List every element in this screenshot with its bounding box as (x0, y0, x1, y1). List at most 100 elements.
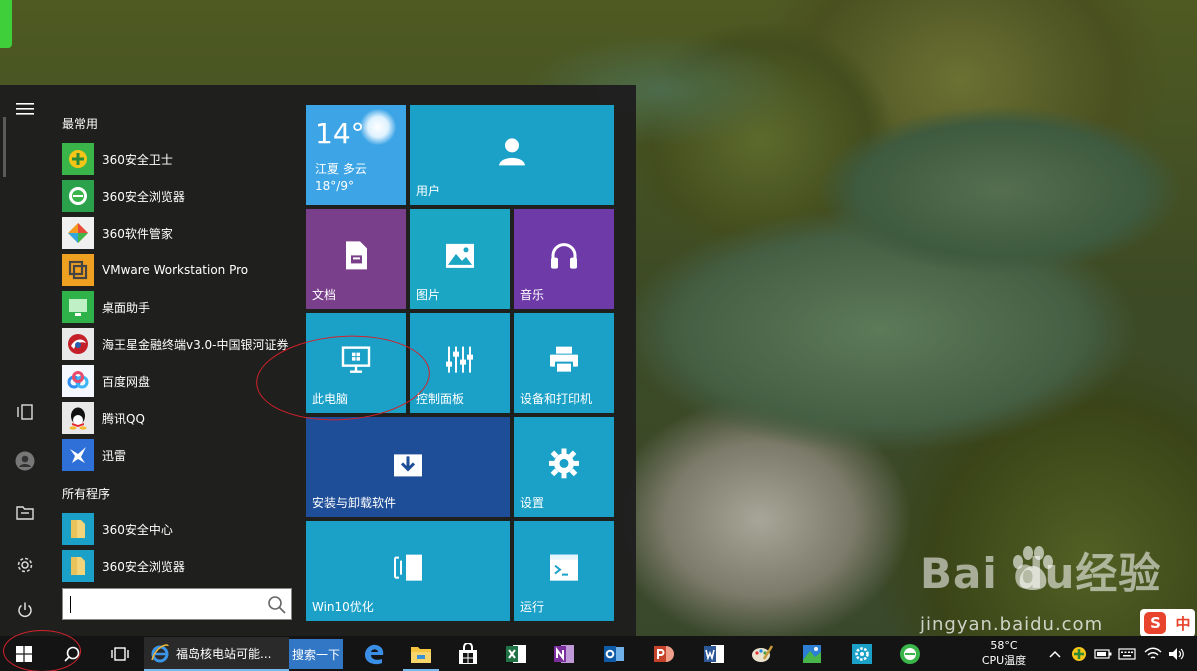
word-icon (704, 644, 724, 663)
app-label: 百度网盘 (102, 374, 151, 389)
app-item-neptune-finance[interactable]: 海王星金融终端v3.0-中国银河证券 (62, 327, 294, 361)
settings-gear-icon (17, 557, 33, 573)
tile-label: 控制面板 (416, 392, 465, 406)
power-icon (18, 602, 32, 618)
taskbar-settings-app[interactable] (840, 636, 884, 671)
taskbar-onenote[interactable] (542, 636, 586, 671)
app-item-360-browser[interactable]: 360安全浏览器 (62, 179, 294, 213)
app-item-360-safeguard[interactable]: 360安全卫士 (62, 142, 294, 176)
tray-volume[interactable] (1166, 636, 1188, 671)
weather-tile[interactable]: 14° 江夏 多云 18°/9° (306, 105, 406, 205)
taskbar-outlook[interactable] (592, 636, 636, 671)
app-label: 360安全中心 (102, 522, 173, 537)
tray-battery[interactable] (1092, 636, 1114, 671)
taskbar-file-explorer[interactable] (399, 636, 443, 671)
tray-360-safeguard[interactable] (1068, 636, 1090, 671)
tile-install-uninstall[interactable]: 安装与卸载软件 (306, 417, 510, 517)
app-list: 最常用 360安全卫士 360安全浏览器 360软件管家 VMware Work… (58, 85, 298, 636)
annotation-highlight-start-button (3, 630, 81, 671)
battery-icon (1094, 648, 1112, 659)
taskbar-store[interactable] (446, 636, 490, 671)
tile-pictures[interactable]: 图片 (410, 209, 510, 309)
gear-icon (549, 448, 579, 479)
360-app-icon (900, 643, 920, 664)
tile-devices-printers[interactable]: 设备和打印机 (514, 313, 614, 413)
tile-label: 文档 (312, 288, 337, 302)
picture-icon (446, 243, 474, 268)
task-view-rail-button[interactable] (5, 394, 45, 430)
baidu-netdisk-icon (62, 365, 94, 397)
tile-music[interactable]: 音乐 (514, 209, 614, 309)
app-label: 360安全浏览器 (102, 559, 185, 574)
tile-label: 图片 (416, 288, 441, 302)
chevron-up-icon (1049, 650, 1061, 658)
app-item-qq[interactable]: 腾讯QQ (62, 401, 294, 435)
tray-overflow-button[interactable] (1046, 636, 1064, 671)
tray-keyboard[interactable] (1116, 636, 1138, 671)
tile-documents[interactable]: 文档 (306, 209, 406, 309)
file-explorer-rail-button[interactable] (5, 494, 45, 530)
baidu-paw-icon (1013, 546, 1053, 590)
tile-user[interactable]: 用户 (410, 105, 614, 205)
taskbar-edge[interactable] (352, 636, 396, 671)
run-icon (550, 554, 578, 581)
app-item-vmware[interactable]: VMware Workstation Pro (62, 253, 294, 287)
task-view-button[interactable] (98, 636, 142, 671)
taskbar-360[interactable] (888, 636, 932, 671)
taskbar-photos[interactable] (790, 636, 834, 671)
optimize-icon (394, 554, 422, 581)
taskbar-browser-window[interactable]: 福岛核电站可能... (144, 637, 289, 671)
start-search-input[interactable] (62, 588, 292, 620)
app-label: 360软件管家 (102, 226, 173, 241)
most-used-heading: 最常用 (62, 117, 99, 131)
app-label: 海王星金融终端v3.0-中国银河证券 (102, 337, 289, 352)
sogou-ime-badge[interactable]: S 中 (1140, 609, 1195, 637)
tile-label: 设备和打印机 (520, 392, 593, 406)
wifi-icon (1144, 647, 1162, 659)
tile-label: 用户 (416, 184, 441, 198)
hamburger-menu-button[interactable] (5, 91, 45, 127)
app-item-360-browser-folder[interactable]: 360安全浏览器 (62, 549, 294, 583)
printer-icon (550, 346, 578, 374)
app-item-360-security-center-folder[interactable]: 360安全中心 (62, 512, 294, 546)
folder-icon (62, 513, 94, 545)
taskbar: 福岛核电站可能... 搜索一下 58°C CPU温度 (0, 636, 1197, 671)
tile-label: 安装与卸载软件 (312, 496, 397, 510)
settings-app-icon (852, 643, 872, 664)
app-item-desktop-assistant[interactable]: 桌面助手 (62, 290, 294, 324)
power-button[interactable] (5, 592, 45, 628)
paint-icon (752, 644, 773, 662)
hamburger-icon (16, 103, 34, 115)
qq-icon (62, 402, 94, 434)
sliders-icon (446, 346, 473, 373)
watermark-url: jingyan.baidu.com (920, 614, 1104, 635)
app-label: 腾讯QQ (102, 411, 145, 426)
app-label: VMware Workstation Pro (102, 263, 249, 277)
taskbar-paint[interactable] (740, 636, 784, 671)
app-item-xunlei[interactable]: 迅雷 (62, 438, 294, 472)
headphones-icon (551, 243, 577, 269)
tile-win10-optimize[interactable]: Win10优化 (306, 521, 510, 621)
tray-network[interactable] (1142, 636, 1164, 671)
powerpoint-icon (654, 645, 674, 662)
taskbar-word[interactable] (692, 636, 736, 671)
tile-run[interactable]: 运行 (514, 521, 614, 621)
360-browser-icon (62, 180, 94, 212)
tile-settings[interactable]: 设置 (514, 417, 614, 517)
file-explorer-icon (411, 646, 431, 663)
app-item-360-software-manager[interactable]: 360软件管家 (62, 216, 294, 250)
text-caret (70, 596, 71, 613)
edge-icon (365, 644, 384, 664)
folder-icon (62, 550, 94, 582)
weather-range: 18°/9° (315, 179, 354, 193)
gadget-indicator (0, 0, 12, 48)
account-button[interactable] (5, 443, 45, 479)
taskbar-search-go-button[interactable]: 搜索一下 (289, 639, 343, 669)
cpu-temperature-widget[interactable]: 58°C CPU温度 (975, 638, 1033, 668)
taskbar-excel[interactable] (494, 636, 538, 671)
all-programs-heading: 所有程序 (62, 487, 111, 501)
browser-window-title: 福岛核电站可能... (176, 646, 272, 661)
settings-rail-button[interactable] (5, 547, 45, 583)
weather-city: 江夏 多云 (315, 162, 367, 176)
taskbar-powerpoint[interactable] (642, 636, 686, 671)
